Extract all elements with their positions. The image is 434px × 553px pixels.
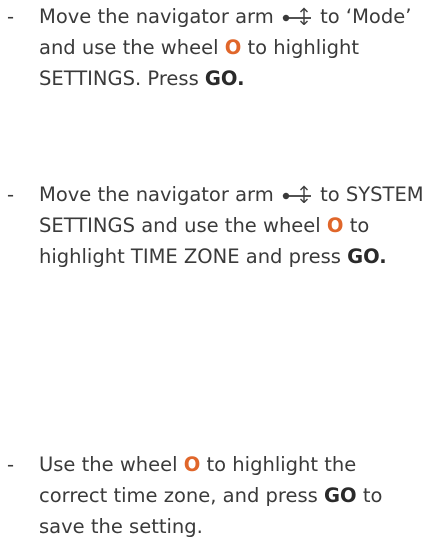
text-line: Use the wheel O to highlight the — [39, 449, 382, 480]
wheel-symbol: O — [326, 214, 344, 237]
go-button-label: GO. — [347, 245, 387, 268]
text-line: SETTINGS and use the wheel O to — [39, 210, 424, 241]
instruction-text: correct time zone, and press — [39, 484, 325, 507]
instruction-text: to — [356, 484, 383, 507]
step-text: Move the navigator arm to ‘Mode’ and use … — [39, 1, 411, 94]
instruction-text: to highlight — [241, 36, 360, 59]
instruction-text: SETTINGS and use the wheel — [39, 214, 327, 237]
instruction-text: and use the wheel — [39, 36, 225, 59]
wheel-symbol: O — [183, 453, 201, 476]
instruction-text: Use the wheel — [39, 453, 184, 476]
bullet-dash: - — [7, 5, 15, 28]
text-line: SETTINGS. Press GO. — [39, 63, 411, 94]
instruction-text: SETTINGS. Press — [39, 67, 205, 90]
go-button-label: GO — [324, 484, 357, 507]
instruction-text: to ‘Mode’ — [313, 5, 412, 28]
instruction-text: highlight TIME ZONE and press — [39, 245, 348, 268]
step-text: Use the wheel O to highlight the correct … — [39, 449, 382, 542]
bullet-dash: - — [7, 183, 15, 206]
bullet-dash: - — [7, 453, 15, 476]
navigator-arm-icon — [282, 7, 311, 25]
instruction-step: - Use the wheel O to highlight the correc… — [0, 449, 434, 549]
wheel-symbol: O — [224, 36, 242, 59]
go-button-label: GO. — [204, 67, 245, 90]
instruction-step: - Move the navigator arm to ‘Mode’ and us… — [0, 1, 434, 101]
instruction-text: to SYSTEM — [313, 183, 424, 206]
instruction-text: Move the navigator arm — [39, 5, 280, 28]
text-line: save the setting. — [39, 511, 382, 542]
step-text: Move the navigator arm to SYSTEM SETTINGS… — [39, 179, 424, 272]
text-line: highlight TIME ZONE and press GO. — [39, 241, 424, 272]
text-line: Move the navigator arm to SYSTEM — [39, 179, 424, 210]
instruction-text: to — [343, 214, 370, 237]
instruction-text: Move the navigator arm — [39, 183, 280, 206]
instruction-text: save the setting. — [39, 515, 203, 538]
navigator-arm-icon — [282, 185, 311, 203]
instruction-text: to highlight the — [200, 453, 357, 476]
instruction-step: - Move the navigator arm to SYSTEM SETTIN… — [0, 179, 434, 279]
text-line: correct time zone, and press GO to — [39, 480, 382, 511]
text-line: and use the wheel O to highlight — [39, 32, 411, 63]
text-line: Move the navigator arm to ‘Mode’ — [39, 1, 411, 32]
